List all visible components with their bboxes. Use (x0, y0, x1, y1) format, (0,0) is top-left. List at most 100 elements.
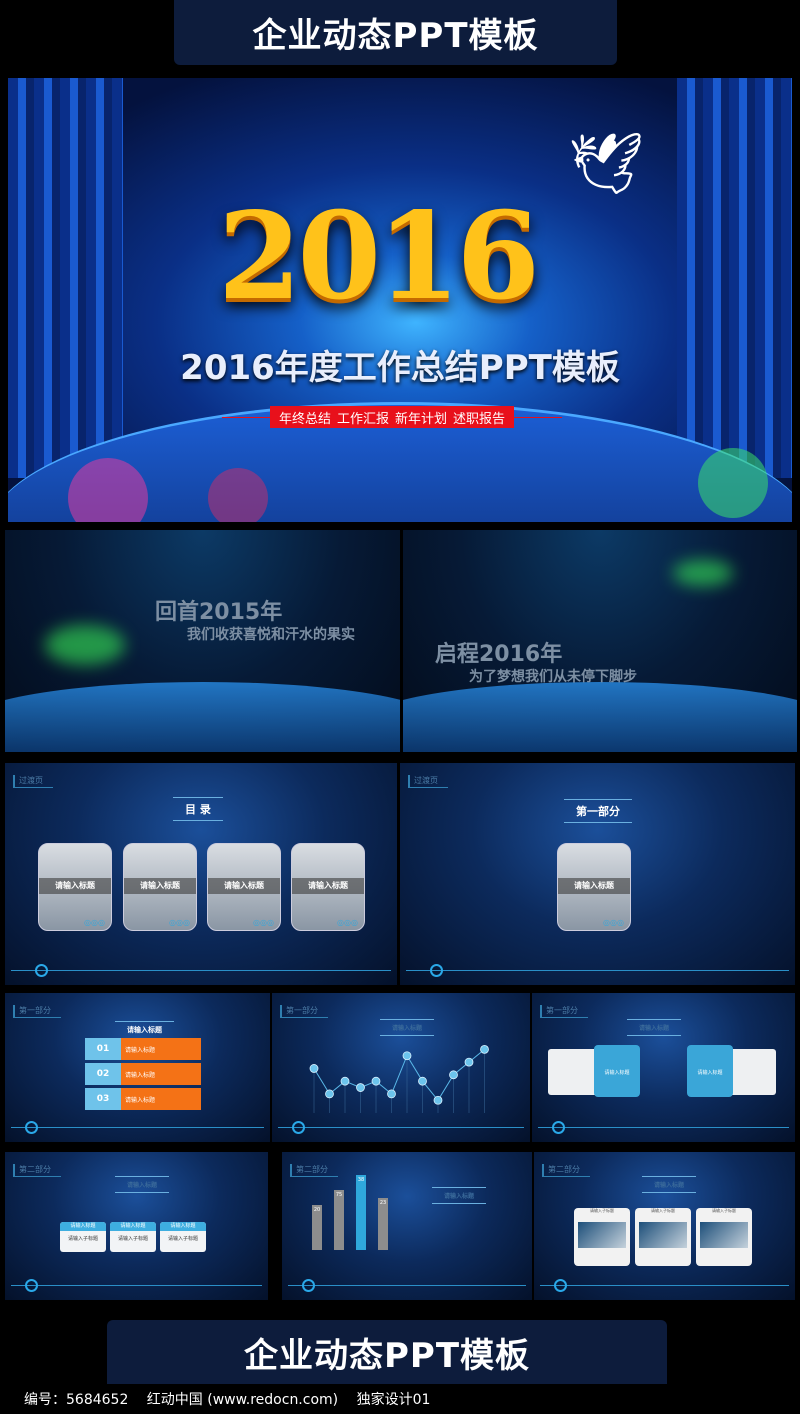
card-title: 请输入标题 (110, 1222, 156, 1231)
tag: 工作汇报 (336, 411, 389, 427)
slide-tag: 第二部分 (13, 1164, 61, 1177)
slide-photos: 第二部分 请输入标题 请输入子标题 请输入子标题 请输入子标题 (534, 1152, 795, 1300)
card-subtitle: 请输入子标题 (117, 1236, 148, 1242)
card-title: 请输入子标题 (590, 1208, 614, 1213)
sub-card: 请输入标题请输入子标题 (110, 1222, 156, 1252)
sub-card: 请输入标题请输入子标题 (160, 1222, 206, 1252)
photo-card: 请输入子标题 (696, 1208, 752, 1266)
photo-placeholder (578, 1222, 626, 1248)
bar: 75 (334, 1190, 344, 1250)
card-subtitle: 请输入子标题 (167, 1236, 198, 1242)
slide-tag: 第二部分 (290, 1164, 338, 1177)
circle-icons: ◎◎◎ (337, 918, 358, 927)
line-chart (309, 1044, 489, 1113)
slide-toc: 过渡页 目 录 请输入标题 ◎◎◎ 请输入标题 ◎◎◎ 请输入标题 ◎◎◎ 请输入标题… (5, 763, 397, 985)
slide-subtitles: 第二部分 请输入标题 请输入标题请输入子标题 请输入标题请输入子标题 请输入标题… (5, 1152, 268, 1300)
footer-line (278, 1127, 524, 1128)
hero-slide: 2016 🕊 2016年度工作总结PPT模板 年终总结 工作汇报 新年计划 述职… (8, 78, 792, 522)
card-label: 请输入标题 (558, 878, 630, 894)
data-point (480, 1044, 489, 1054)
bottom-banner-title: 企业动态PPT模板 (243, 1335, 531, 1376)
data-point (340, 1076, 350, 1086)
footer-info: 编号：5684652 红动中国 (www.redocn.com) 独家设计01 (24, 1392, 431, 1408)
row-number: 03 (85, 1088, 121, 1110)
slide-heading: 请输入标题 (115, 1176, 170, 1193)
curtain-left (8, 78, 123, 478)
toc-card: 请输入标题 ◎◎◎ (38, 843, 112, 931)
light-wave (403, 682, 797, 752)
toc-card: 请输入标题 ◎◎◎ (123, 843, 197, 931)
circle-icon (430, 964, 443, 977)
slide-tag: 第二部分 (542, 1164, 590, 1177)
bokeh-light (45, 625, 125, 665)
row-number: 02 (85, 1063, 121, 1085)
toc-card: 请输入标题 ◎◎◎ (207, 843, 281, 931)
slide-tag: 第一部分 (540, 1005, 588, 1018)
bokeh-light (208, 468, 268, 522)
bar: 38 (356, 1175, 366, 1250)
slide-subtitle: 我们收获喜悦和汗水的果实 (187, 627, 355, 643)
text-box (728, 1049, 776, 1095)
card-title: 请输入子标题 (651, 1208, 675, 1213)
slide-part-one: 过渡页 第一部分 请输入标题 ◎◎◎ (400, 763, 795, 985)
bokeh-light (698, 448, 768, 518)
divider (222, 417, 270, 418)
top-banner: 企业动态PPT模板 (174, 0, 617, 65)
list-row: 02 请输入标题 (85, 1063, 201, 1085)
slide-tag: 过渡页 (408, 775, 448, 788)
line-series (313, 1048, 485, 1102)
data-point (325, 1089, 334, 1099)
slide-title: 回首2015年 (155, 600, 283, 625)
footer-line (540, 1285, 789, 1286)
curtain-right (677, 78, 792, 478)
card-label: 请输入标题 (124, 878, 196, 894)
photo-card: 请输入标题 (687, 1045, 733, 1097)
photo-card: 请输入子标题 (635, 1208, 691, 1266)
slide-line-chart: 第一部分 请输入标题 (272, 993, 530, 1142)
card-title: 请输入标题 (60, 1222, 106, 1231)
footer-line (11, 1285, 262, 1286)
row-label: 请输入标题 (121, 1063, 201, 1085)
sub-card: 请输入标题 请输入子标题 (60, 1222, 106, 1252)
list-row: 01 请输入标题 (85, 1038, 201, 1060)
dove-icon: 🕊 (568, 129, 645, 199)
bottom-banner: 企业动态PPT模板 (107, 1320, 667, 1384)
card-title: 请输入标题 (160, 1222, 206, 1231)
slide-tag: 过渡页 (13, 775, 53, 788)
card-title: 请输入子标题 (712, 1208, 736, 1213)
circle-icons: ◎◎◎ (603, 918, 624, 927)
footer-line (406, 970, 789, 971)
slide-subtitle: 为了梦想我们从未停下脚步 (469, 669, 637, 685)
footer-line (11, 1127, 264, 1128)
data-point (356, 1083, 365, 1092)
slide-title: 启程2016年 (435, 642, 563, 667)
card-label: 请输入标题 (292, 878, 364, 894)
card-label: 请输入标题 (39, 878, 111, 894)
footer-line (538, 1127, 789, 1128)
toc-card: 请输入标题 ◎◎◎ (291, 843, 365, 931)
circle-icon (25, 1121, 38, 1134)
circle-icon (552, 1121, 565, 1134)
slide-people: 第一部分 请输入标题 请输入标题 请输入标题 (532, 993, 795, 1142)
circle-icon (25, 1279, 38, 1292)
slide-heading: 请输入标题 (627, 1019, 682, 1036)
data-point (371, 1076, 381, 1086)
circle-icon (35, 964, 48, 977)
divider (514, 417, 562, 418)
circle-icon (554, 1279, 567, 1292)
row-label: 请输入标题 (121, 1088, 201, 1110)
bar: 20 (312, 1205, 322, 1250)
hero-title: 2016年度工作总结PPT模板 (180, 348, 620, 388)
part-card: 请输入标题 ◎◎◎ (557, 843, 631, 931)
footer-line (11, 970, 391, 971)
bar: 23 (378, 1198, 388, 1250)
circle-icons: ◎◎◎ (253, 918, 274, 927)
row-number: 01 (85, 1038, 121, 1060)
light-wave (5, 682, 400, 752)
data-point (418, 1076, 427, 1086)
year-logo: 2016 (218, 186, 540, 327)
circle-icon (302, 1279, 315, 1292)
data-point (402, 1051, 412, 1061)
text-box (548, 1049, 598, 1095)
data-point (433, 1095, 443, 1105)
